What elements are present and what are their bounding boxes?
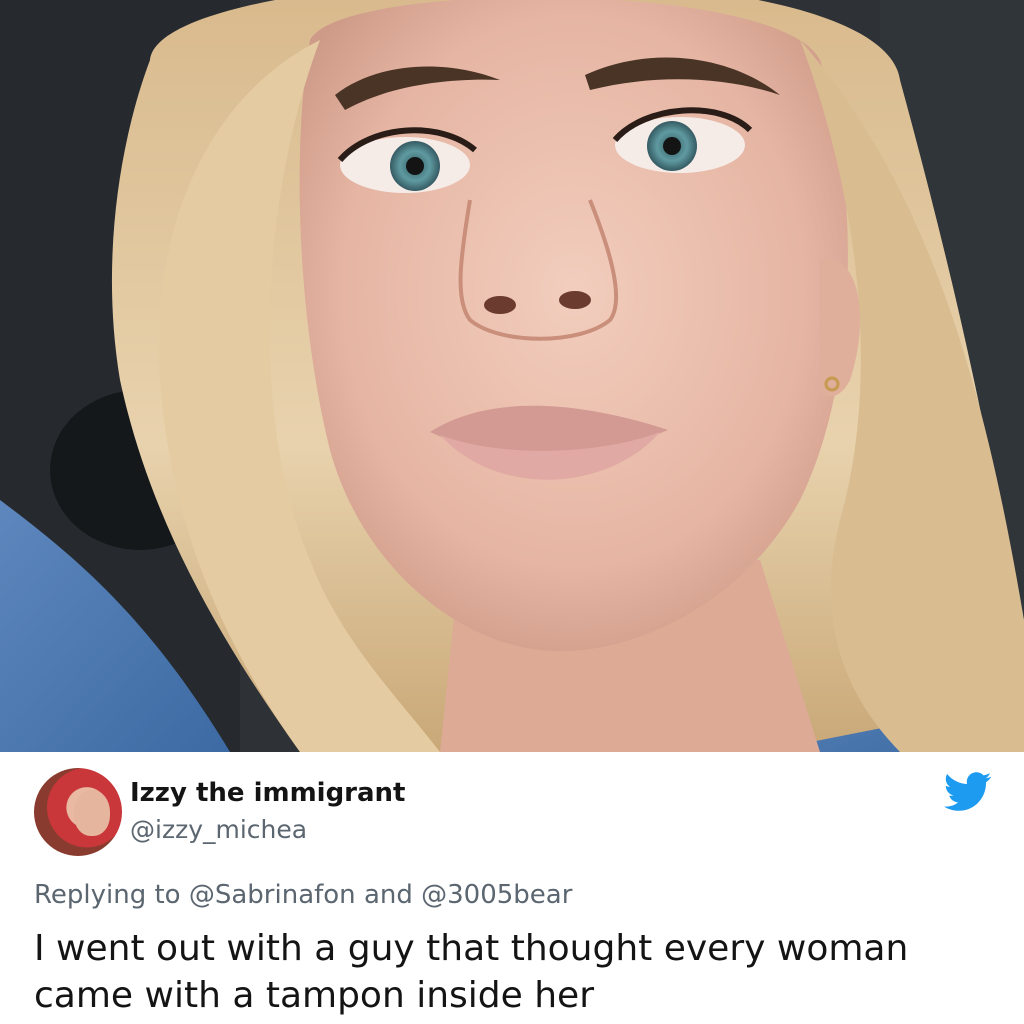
display-name[interactable]: Izzy the immigrant <box>130 778 406 808</box>
reply-mention-sabrinafon[interactable]: @Sabrinafon <box>189 880 356 910</box>
tweet-photo[interactable] <box>0 0 1024 752</box>
selfie-illustration <box>0 0 1024 752</box>
tweet-screenshot: Izzy the immigrant @izzy_michea Replying… <box>0 0 1024 1024</box>
reply-context: Replying to @Sabrinafon and @3005bear <box>34 880 572 910</box>
reply-prefix: Replying to <box>34 880 181 910</box>
tweet-text: I went out with a guy that thought every… <box>34 928 909 1016</box>
avatar-face <box>74 790 110 836</box>
twitter-bird-icon[interactable] <box>944 772 992 812</box>
avatar[interactable] <box>34 768 122 856</box>
reply-joiner: and <box>363 880 413 910</box>
reply-mention-3005bear[interactable]: @3005bear <box>421 880 572 910</box>
user-handle[interactable]: @izzy_michea <box>130 815 307 844</box>
